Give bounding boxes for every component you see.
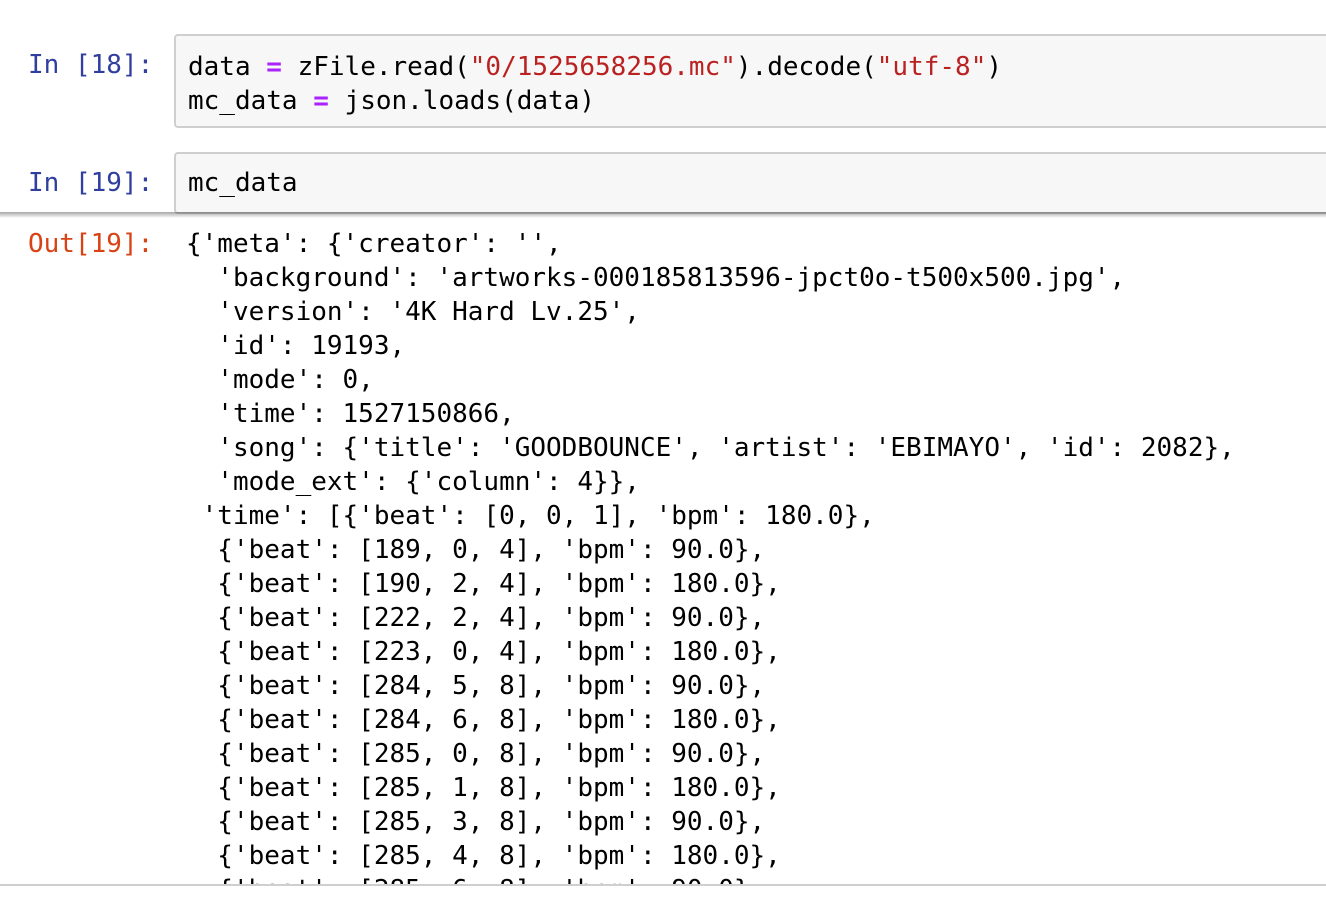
code-token: "0/1525658256.mc": [469, 52, 736, 82]
cell-18-prompt: In [18]:: [28, 50, 154, 80]
output-line: 'version': '4K Hard Lv.25',: [186, 297, 640, 327]
output-line: {'beat': [285, 1, 8], 'bpm': 180.0},: [186, 773, 781, 803]
output-line: 'background': 'artworks-000185813596-jpc…: [186, 263, 1126, 293]
cell-19-prompt: In [19]:: [28, 168, 154, 198]
output-line: {'beat': [284, 5, 8], 'bpm': 90.0},: [186, 671, 766, 701]
output-line: 'time': 1527150866,: [186, 399, 515, 429]
code-token: mc_data: [188, 86, 314, 116]
code-token: "utf-8": [876, 52, 987, 82]
output-line: {'beat': [285, 4, 8], 'bpm': 180.0},: [186, 841, 781, 871]
output-scroll-edge: [0, 884, 1326, 886]
cell-19-output: Out[19]: {'meta': {'creator': '', 'backg…: [0, 218, 1326, 886]
cell-19-input[interactable]: mc_data: [174, 152, 1326, 214]
code-token: zFile.read(: [281, 52, 470, 82]
code-token: ).decode(: [735, 52, 877, 82]
code-token: mc_data: [188, 168, 298, 198]
output-line: {'meta': {'creator': '',: [186, 229, 562, 259]
output-line: {'beat': [190, 2, 4], 'bpm': 180.0},: [186, 569, 781, 599]
output-line: {'beat': [222, 2, 4], 'bpm': 90.0},: [186, 603, 766, 633]
output-line: 'mode': 0,: [186, 365, 374, 395]
output-line: 'song': {'title': 'GOODBOUNCE', 'artist'…: [186, 433, 1235, 463]
output-line: {'beat': [285, 0, 8], 'bpm': 90.0},: [186, 739, 766, 769]
code-token: =: [266, 52, 282, 82]
code-token: json.loads(data): [328, 86, 595, 116]
code-token: =: [313, 86, 329, 116]
cell-19-out-prompt: Out[19]:: [28, 229, 154, 259]
output-line: {'beat': [223, 0, 4], 'bpm': 180.0},: [186, 637, 781, 667]
output-line: {'beat': [285, 3, 8], 'bpm': 90.0},: [186, 807, 766, 837]
output-line: {'beat': [189, 0, 4], 'bpm': 90.0},: [186, 535, 766, 565]
cell-18-input[interactable]: data = zFile.read("0/1525658256.mc").dec…: [174, 34, 1326, 128]
output-line: 'time': [{'beat': [0, 0, 1], 'bpm': 180.…: [186, 501, 875, 531]
code-token: ): [986, 52, 1003, 82]
output-line: {'beat': [284, 6, 8], 'bpm': 180.0},: [186, 705, 781, 735]
output-line: 'mode_ext': {'column': 4}},: [186, 467, 640, 497]
cell-19-line-1: mc_data: [188, 166, 298, 200]
output-line: 'id': 19193,: [186, 331, 406, 361]
code-token: data: [188, 52, 267, 82]
cell-18-line-1: data = zFile.read("0/1525658256.mc").dec…: [188, 50, 1002, 84]
cell-18-line-2: mc_data = json.loads(data): [188, 84, 595, 118]
